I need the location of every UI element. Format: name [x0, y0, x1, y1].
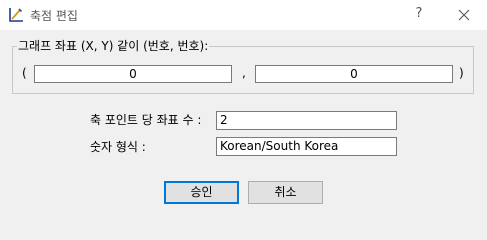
- close-paren: ): [459, 66, 464, 80]
- title-bar: 축점 편집 ?: [0, 0, 487, 30]
- number-format-label: 숫자 형식 :: [90, 140, 146, 154]
- window-title: 축점 편집: [30, 9, 78, 23]
- coordinates-group-legend: 그래프 좌표 (X, Y) 같이 (번호, 번호):: [17, 39, 210, 53]
- comma-separator: ,: [242, 66, 246, 80]
- cancel-button[interactable]: 취소: [248, 181, 323, 204]
- close-icon: [458, 9, 470, 21]
- ok-button[interactable]: 승인: [164, 181, 239, 204]
- open-paren: (: [22, 66, 27, 80]
- points-per-axis-input[interactable]: 2: [216, 111, 397, 130]
- points-per-axis-label: 축 포인트 당 좌표 수 :: [90, 113, 202, 127]
- number-format-input[interactable]: Korean/South Korea: [216, 137, 397, 156]
- y-coordinate-input[interactable]: 0: [255, 65, 453, 83]
- axis-edit-icon: [8, 7, 24, 23]
- help-button[interactable]: ?: [407, 6, 431, 21]
- close-button[interactable]: [452, 3, 476, 27]
- x-coordinate-input[interactable]: 0: [34, 65, 232, 83]
